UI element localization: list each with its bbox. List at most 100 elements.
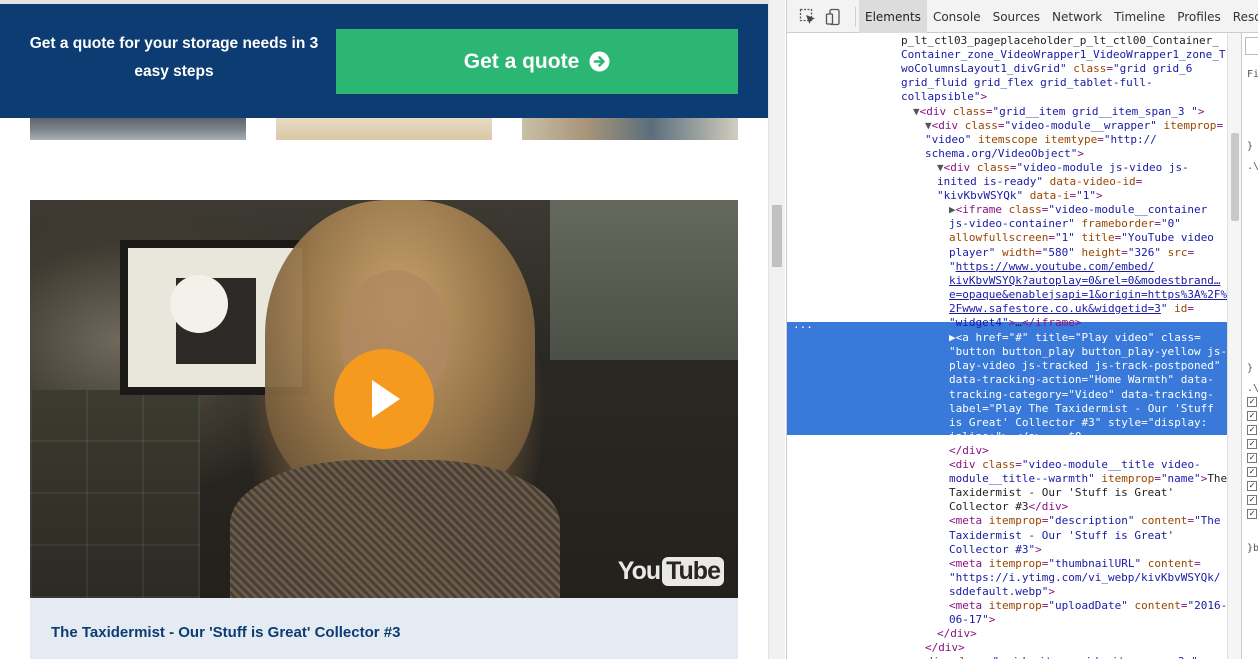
dom-token: "2016-: [1187, 599, 1227, 612]
dom-node-line[interactable]: allowfullscreen="1" title="YouTube video: [949, 231, 1227, 245]
video-player[interactable]: You Tube: [30, 200, 738, 598]
dom-node-line[interactable]: </div>: [937, 627, 1227, 641]
selected-dom-node-line[interactable]: data-tracking-action="Home Warmth" data-: [949, 373, 1227, 387]
style-property-checkbox[interactable]: ✓: [1247, 495, 1257, 505]
dom-token: content: [1127, 599, 1181, 612]
style-property-checkbox[interactable]: ✓: [1247, 425, 1257, 435]
styles-filter-box[interactable]: [1245, 37, 1258, 55]
thumbnail-2[interactable]: [276, 118, 492, 140]
tab-sources[interactable]: Sources: [987, 0, 1046, 33]
selected-dom-node-line[interactable]: label="Play The Taxidermist - Our 'Stuff: [949, 402, 1227, 416]
style-rule-fragment: }: [1247, 141, 1254, 152]
dom-node-line[interactable]: </div>: [925, 641, 1227, 655]
dom-node-line[interactable]: collapsible">: [901, 90, 1227, 104]
dom-token: …: [1015, 316, 1022, 329]
dom-node-line[interactable]: "video" itemscope itemtype="http://: [925, 133, 1227, 147]
dom-token: e=opaque&enablejsapi=1&origin=https%3A%2…: [949, 287, 1227, 301]
dom-node-line[interactable]: <meta itemprop="description" content="Th…: [949, 514, 1227, 528]
dom-node-line[interactable]: Taxidermist - Our 'Stuff is Great': [949, 486, 1227, 500]
dom-node-line[interactable]: <meta itemprop="thumbnailURL" content=: [949, 557, 1227, 571]
dom-token: frameborder: [1074, 217, 1155, 231]
dom-node-line[interactable]: </div>: [949, 444, 1227, 458]
dom-node-line[interactable]: woColumnsLayout1_divGrid" class="grid gr…: [901, 62, 1227, 76]
inspect-cursor-icon[interactable]: [799, 8, 817, 26]
dom-node-line[interactable]: e=opaque&enablejsapi=1&origin=https%3A%2…: [949, 288, 1227, 302]
dom-token: data-: [1174, 373, 1214, 387]
thumbnail-3[interactable]: [522, 118, 738, 140]
selected-dom-node-line[interactable]: is Great' Collector #3" style="display:: [949, 416, 1227, 430]
dom-node-line[interactable]: "kivKbvWSYQk" data-i="1">: [937, 189, 1227, 203]
video-round-ornament: [170, 275, 228, 333]
style-property-checkbox[interactable]: ✓: [1247, 467, 1257, 477]
selected-dom-node-line[interactable]: "button button_play button_play-yellow j…: [949, 345, 1227, 359]
dom-token: =: [1187, 245, 1195, 259]
dom-node-line[interactable]: 2Fwww.safestore.co.uk&widgetid=3" id=: [949, 302, 1227, 316]
dom-token: ▼: [925, 118, 932, 132]
video-title-bar: The Taxidermist - Our 'Stuff is Great' C…: [30, 598, 738, 659]
dom-node-line[interactable]: grid_fluid grid_flex grid_tablet-full-: [901, 76, 1227, 90]
selected-dom-node-line[interactable]: play-video js-tracked js-track-postponed…: [949, 359, 1227, 373]
dom-token: label: [949, 401, 983, 415]
dom-token: ▶: [913, 655, 920, 659]
dom-node-line[interactable]: p_lt_ctl03_pageplaceholder_p_lt_ctl00_Co…: [901, 34, 1227, 48]
style-property-checkbox[interactable]: ✓: [1247, 453, 1257, 463]
dom-node-line[interactable]: kivKbvWSYQk?autoplay=0&rel=0&modestbrand…: [949, 274, 1227, 288]
dom-node-line[interactable]: schema.org/VideoObject">: [925, 147, 1227, 161]
device-mode-icon[interactable]: [825, 8, 843, 26]
dom-node-line[interactable]: "https://www.youtube.com/embed/: [949, 260, 1227, 274]
tab-elements[interactable]: Elements: [859, 0, 927, 33]
tab-console[interactable]: Console: [927, 0, 987, 33]
dom-token: =: [1097, 132, 1104, 146]
dom-node-line[interactable]: "https://i.ytimg.com/vi_webp/kivKbvWSYQk…: [949, 571, 1227, 585]
node-actions-ellipsis[interactable]: ···: [793, 321, 813, 334]
dom-node-line[interactable]: js-video-container" frameborder="0": [949, 217, 1227, 231]
elements-dom-tree[interactable]: ··· p_lt_ctl03_pageplaceholder_p_lt_ctl0…: [787, 33, 1227, 659]
youtube-logo[interactable]: You Tube: [618, 557, 724, 586]
dom-node-line[interactable]: player" width="580" height="326" src=: [949, 246, 1227, 260]
dom-node-line[interactable]: <div class="video-module__title video-: [949, 458, 1227, 472]
dom-node-line[interactable]: ▶<div class="grid__item grid__item_span_…: [913, 655, 1227, 659]
dom-node-line[interactable]: "widget4">…</iframe>: [949, 316, 1227, 330]
tab-timeline[interactable]: Timeline: [1108, 0, 1171, 33]
dom-node-line[interactable]: 06-17">: [949, 613, 1227, 627]
dom-node-line[interactable]: ▶<iframe class="video-module__container: [949, 203, 1227, 217]
selected-dom-node-line[interactable]: inline;">…</a> == $0: [949, 430, 1227, 444]
get-a-quote-button[interactable]: Get a quote: [336, 29, 738, 94]
style-property-checkbox[interactable]: ✓: [1247, 509, 1257, 519]
dom-token: js-video-container": [949, 217, 1075, 231]
tab-profiles[interactable]: Profiles: [1171, 0, 1227, 33]
dom-node-line[interactable]: ▼<div class="video-module js-video js-: [937, 161, 1227, 175]
dom-token: "grid grid_6: [1112, 62, 1193, 76]
dom-node-line[interactable]: module__title--warmth" itemprop="name">T…: [949, 472, 1227, 486]
page-scrollbar-thumb[interactable]: [772, 205, 782, 267]
style-property-checkbox[interactable]: ✓: [1247, 481, 1257, 491]
dom-token: grid_fluid grid_flex grid_tablet-full-: [901, 76, 1153, 90]
dom-node-line[interactable]: Container_zone_VideoWrapper1_VideoWrappe…: [901, 48, 1227, 62]
dom-node-line[interactable]: <meta itemprop="uploadDate" content="201…: [949, 599, 1227, 613]
dom-node-line[interactable]: sddefault.webp">: [949, 585, 1227, 599]
dom-token: schema.org/VideoObject": [925, 146, 1078, 160]
thumbnail-1[interactable]: [30, 118, 246, 140]
dom-node-line[interactable]: inited is-ready" data-video-id=: [937, 175, 1227, 189]
dom-node-line[interactable]: Collector #3">: [949, 543, 1227, 557]
dom-node-line[interactable]: Collector #3</div>: [949, 500, 1227, 514]
dom-node-line[interactable]: ▼<div class="video-module__wrapper" item…: [925, 119, 1227, 133]
dom-token: =: [1154, 472, 1161, 486]
dom-token: >: [1035, 542, 1042, 556]
play-video-button[interactable]: [334, 349, 434, 449]
video-title[interactable]: The Taxidermist - Our 'Stuff is Great' C…: [51, 624, 400, 641]
selected-dom-node-line[interactable]: tracking-category="Video" data-tracking-: [949, 388, 1227, 402]
elements-scrollbar-thumb[interactable]: [1231, 133, 1239, 221]
tab-resou[interactable]: Resou: [1227, 0, 1258, 33]
elements-scrollbar[interactable]: [1227, 33, 1241, 659]
style-property-checkbox[interactable]: ✓: [1247, 411, 1257, 421]
style-property-checkbox[interactable]: ✓: [1247, 439, 1257, 449]
dom-token: =: [1135, 175, 1143, 188]
dom-node-line[interactable]: ▼<div class="grid__item grid__item_span_…: [913, 105, 1227, 119]
selected-dom-node-line[interactable]: ▶<a href="#" title="Play video" class=: [949, 331, 1227, 345]
tab-network[interactable]: Network: [1046, 0, 1108, 33]
style-property-checkbox[interactable]: ✓: [1247, 397, 1257, 407]
dom-node-line[interactable]: Taxidermist - Our 'Stuff is Great': [949, 529, 1227, 543]
dom-token: =: [1015, 458, 1022, 471]
page-scrollbar[interactable]: [768, 0, 785, 659]
